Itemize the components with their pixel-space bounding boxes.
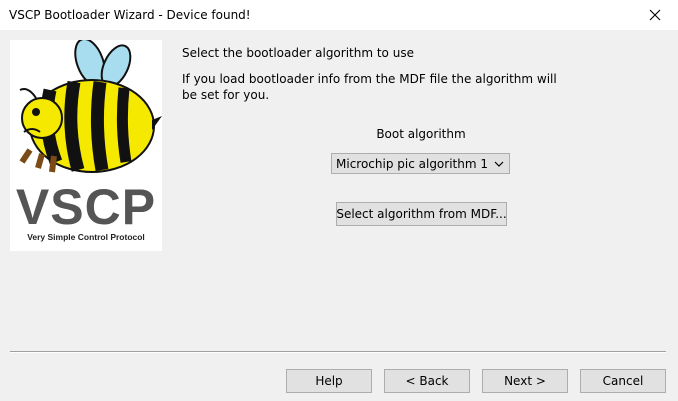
window-title: VSCP Bootloader Wizard - Device found! [9, 8, 251, 22]
select-algorithm-from-mdf-button[interactable]: Select algorithm from MDF... [336, 202, 507, 226]
info-text-line-2: be set for you. [182, 88, 270, 102]
instruction-heading: Select the bootloader algorithm to use [182, 46, 414, 60]
next-button[interactable]: Next > [482, 369, 568, 393]
vscp-logo: VSCP Very Simple Control Protocol [10, 40, 162, 251]
back-button[interactable]: < Back [384, 369, 470, 393]
logo-subtitle: Very Simple Control Protocol [27, 232, 145, 242]
cancel-button[interactable]: Cancel [580, 369, 666, 393]
close-icon [649, 9, 661, 21]
title-bar: VSCP Bootloader Wizard - Device found! [0, 0, 678, 30]
boot-algorithm-label: Boot algorithm [376, 127, 466, 141]
bee-icon [19, 40, 162, 173]
logo-title: VSCP [15, 179, 157, 235]
info-text-line-1: If you load bootloader info from the MDF… [182, 72, 557, 86]
selected-algorithm: Microchip pic algorithm 1 [336, 157, 488, 171]
boot-algorithm-select[interactable]: Microchip pic algorithm 1 [331, 153, 510, 174]
chevron-down-icon [494, 161, 504, 167]
close-button[interactable] [632, 0, 678, 30]
help-button[interactable]: Help [286, 369, 372, 393]
footer-separator [10, 351, 666, 353]
